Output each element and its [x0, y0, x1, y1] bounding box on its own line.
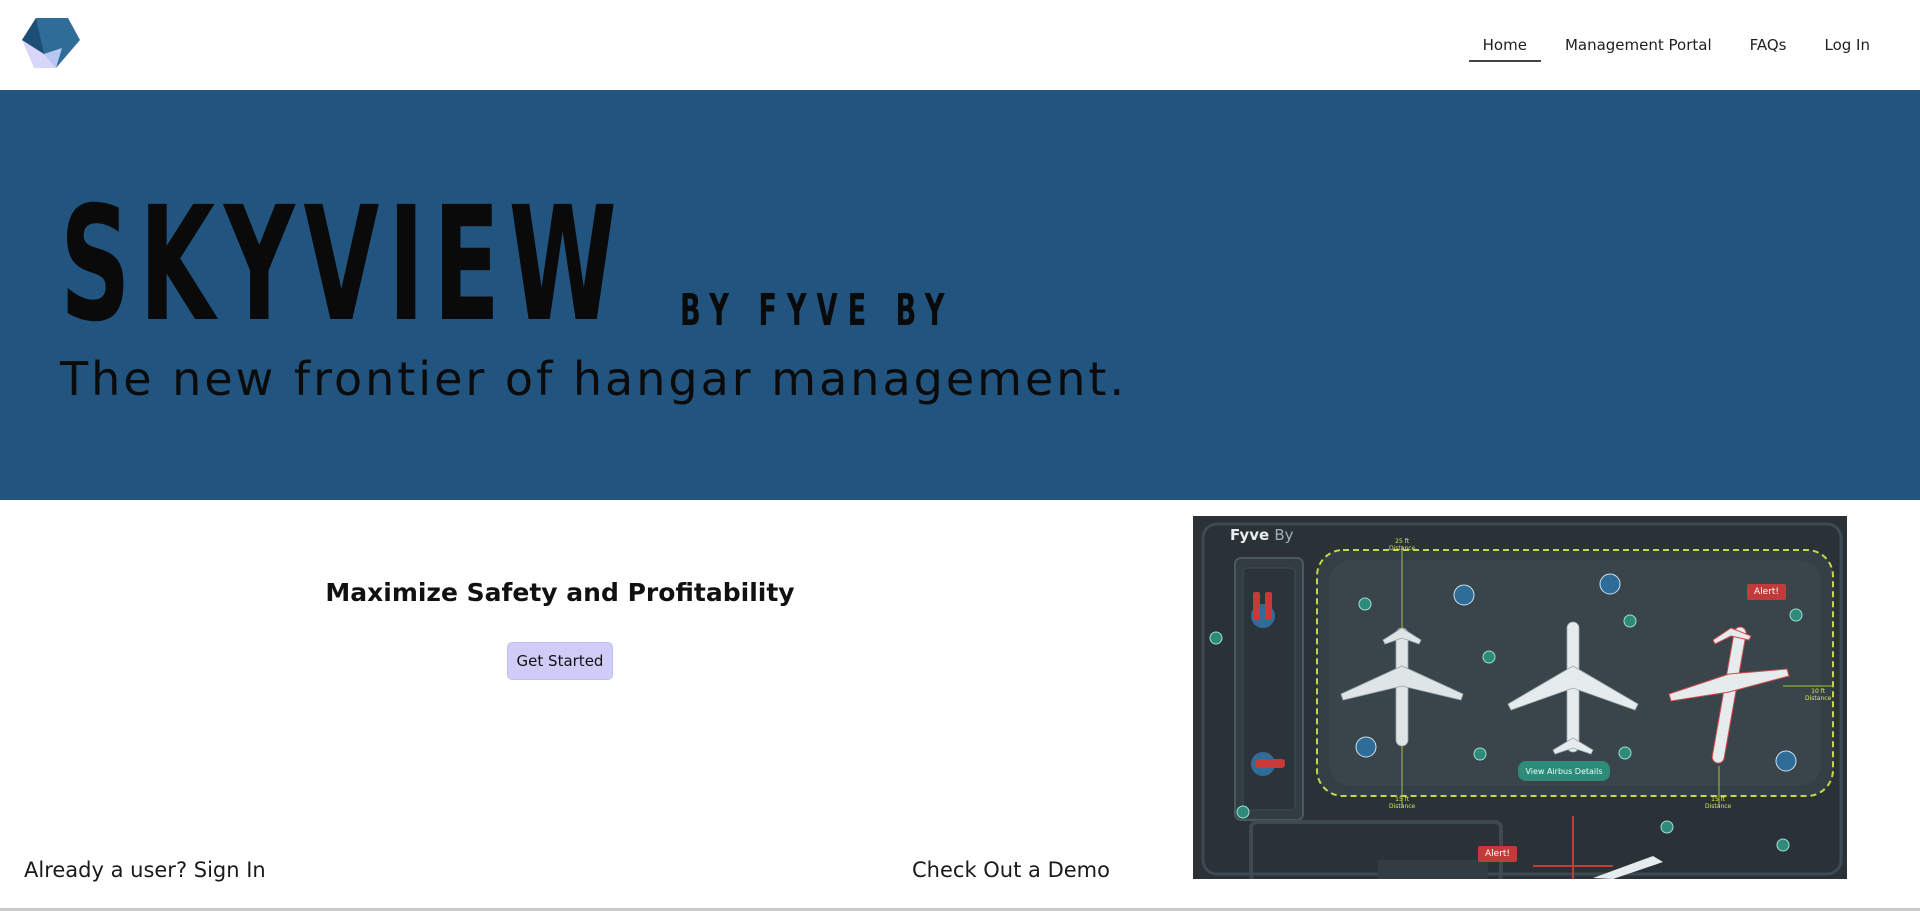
hangar-map-illustration — [1193, 516, 1847, 879]
demo-brand-label: Fyve By — [1230, 526, 1294, 544]
section-heading: Maximize Safety and Profitability — [325, 578, 795, 607]
demo-distance-label: 10 ft Distance — [1805, 688, 1831, 702]
distance-value: 15 ft — [1395, 796, 1410, 803]
get-started-button[interactable]: Get Started — [507, 642, 613, 680]
skyview-logo-icon[interactable] — [22, 18, 82, 70]
main-nav: Home Management Portal FAQs Log In — [1463, 26, 1888, 64]
hero-tagline: The new frontier of hangar management. — [60, 352, 1128, 406]
demo-distance-label: 15 ft Distance — [1705, 796, 1731, 810]
distance-caption: Distance — [1705, 803, 1732, 810]
demo-distance-label: 25 ft Distance — [1389, 538, 1415, 552]
demo-brand-name: Fyve — [1230, 526, 1270, 544]
brand-row: SKYVIEW BY FYVE BY — [60, 173, 1123, 357]
sign-in-link[interactable]: Already a user? Sign In — [24, 858, 266, 882]
demo-distance-label: 15 ft Distance — [1389, 796, 1415, 810]
nav-home-link[interactable]: Home — [1465, 26, 1545, 64]
brand-byline: BY FYVE BY — [680, 285, 955, 336]
distance-value: 10 ft — [1811, 688, 1826, 695]
distance-value: 25 ft — [1395, 538, 1410, 545]
distance-caption: Distance — [1389, 545, 1416, 552]
hero-banner: SKYVIEW BY FYVE BY The new frontier of h… — [0, 90, 1920, 500]
view-airbus-details-button: View Airbus Details — [1518, 761, 1610, 781]
demo-alert-badge: Alert! — [1478, 846, 1518, 862]
top-navigation-bar: Home Management Portal FAQs Log In — [0, 0, 1920, 90]
distance-caption: Distance — [1389, 803, 1416, 810]
nav-faqs-link[interactable]: FAQs — [1732, 26, 1805, 64]
distance-value: 15 ft — [1711, 796, 1726, 803]
nav-login-link[interactable]: Log In — [1807, 26, 1889, 64]
demo-brand-suffix: By — [1274, 526, 1294, 544]
distance-caption: Distance — [1805, 695, 1832, 702]
nav-management-portal-link[interactable]: Management Portal — [1547, 26, 1730, 64]
demo-alert-badge: Alert! — [1747, 584, 1787, 600]
demo-link[interactable]: Check Out a Demo — [912, 858, 1110, 882]
brand-title: SKYVIEW — [60, 173, 626, 357]
demo-hangar-image: Fyve By Alert! Alert! View Airbus Detail… — [1193, 516, 1847, 879]
